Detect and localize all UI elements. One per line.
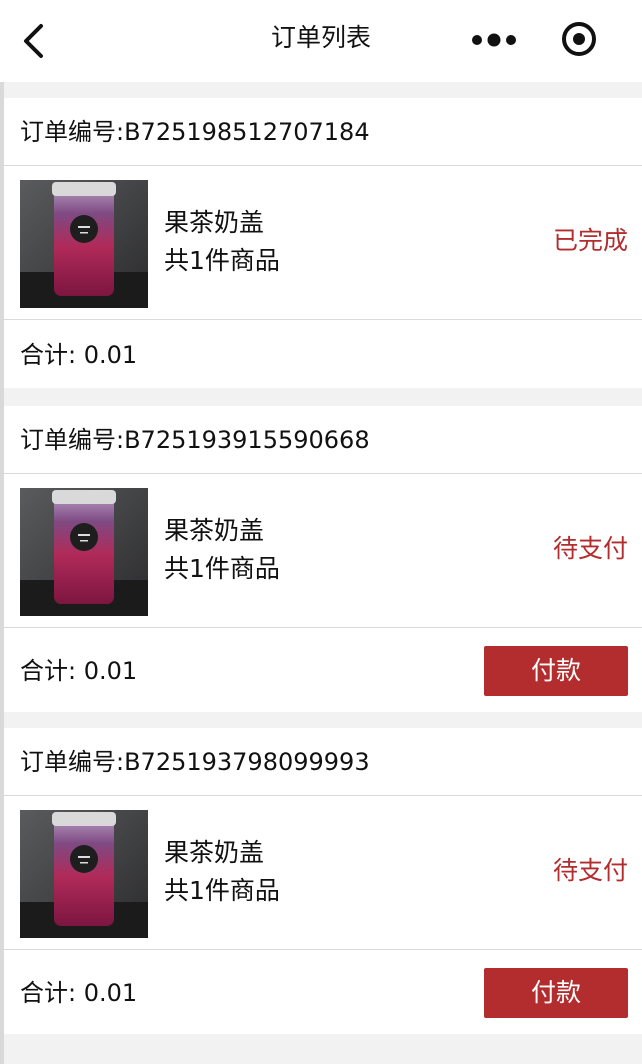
bubble-tea-image: [20, 180, 148, 308]
bubble-tea-image: [20, 488, 148, 616]
order-card: 订单编号:B725193798099993 果茶奶盖 共1件商品 待支付 合计:…: [4, 728, 642, 1034]
order-number: 订单编号:B725198512707184: [4, 98, 642, 166]
order-footer: 合计: 0.01 付款: [4, 628, 642, 712]
order-status: 已完成: [552, 226, 628, 255]
order-product-row[interactable]: 果茶奶盖 共1件商品 已完成: [4, 166, 642, 320]
product-count: 共1件商品: [164, 246, 280, 275]
order-total: 合计: 0.01: [20, 341, 138, 369]
order-card: 订单编号:B725198512707184 果茶奶盖 共1件商品 已完成 合计:…: [4, 98, 642, 388]
pay-button[interactable]: 付款: [484, 968, 628, 1018]
product-name: 果茶奶盖: [164, 838, 265, 867]
order-footer: 合计: 0.01: [4, 320, 642, 388]
more-options-icon[interactable]: [470, 30, 518, 50]
bubble-tea-image: [20, 810, 148, 938]
order-list-page: 订单列表 订单编号:B725198512707184 果茶奶盖 共1件商品 已完…: [0, 0, 642, 1064]
page-title: 订单列表: [270, 23, 371, 52]
order-card: 订单编号:B725193915590668 果茶奶盖 共1件商品 待支付 合计:…: [4, 406, 642, 712]
order-number: 订单编号:B725193915590668: [4, 406, 642, 474]
product-name: 果茶奶盖: [164, 516, 265, 545]
close-miniprogram-icon[interactable]: [560, 20, 598, 58]
navigation-bar: 订单列表: [0, 0, 642, 82]
order-product-row[interactable]: 果茶奶盖 共1件商品 待支付: [4, 474, 642, 628]
product-count: 共1件商品: [164, 876, 280, 905]
product-name: 果茶奶盖: [164, 208, 265, 237]
order-number: 订单编号:B725193798099993: [4, 728, 642, 796]
order-status: 待支付: [552, 534, 628, 563]
order-footer: 合计: 0.01 付款: [4, 950, 642, 1034]
order-total: 合计: 0.01: [20, 657, 138, 685]
product-count: 共1件商品: [164, 554, 280, 583]
order-product-row[interactable]: 果茶奶盖 共1件商品 待支付: [4, 796, 642, 950]
pay-button[interactable]: 付款: [484, 646, 628, 696]
order-total: 合计: 0.01: [20, 979, 138, 1007]
order-status: 待支付: [552, 856, 628, 885]
